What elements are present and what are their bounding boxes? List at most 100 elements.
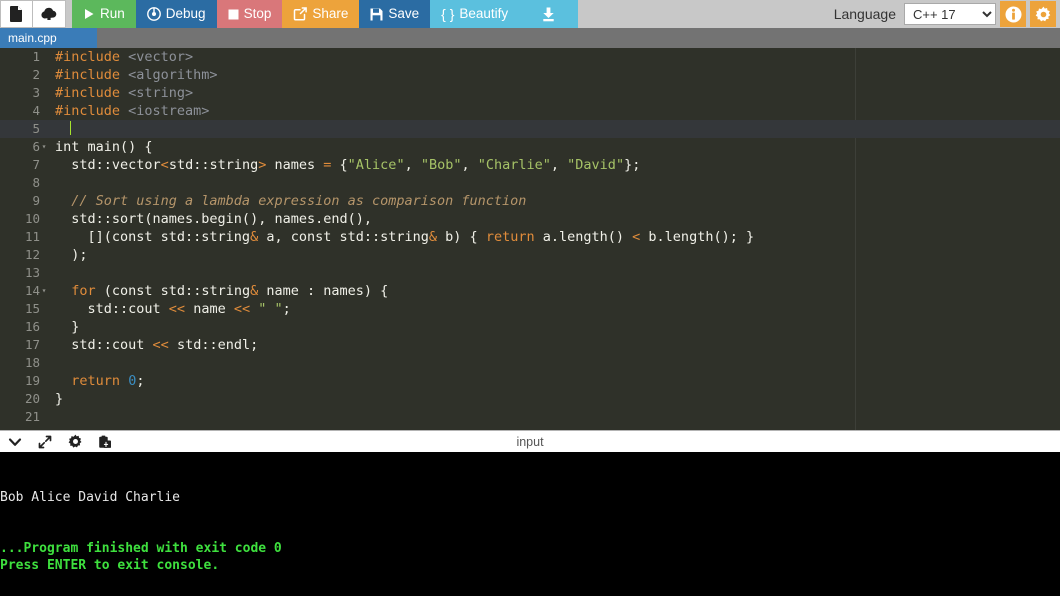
code-line: 9 // Sort using a lambda expression as c…: [0, 192, 1060, 210]
download-button[interactable]: [519, 0, 579, 28]
code-token: <string>: [128, 85, 194, 101]
save-button[interactable]: Save: [359, 0, 431, 28]
line-number: 13: [24, 265, 40, 280]
code-token: a.length(): [534, 229, 633, 245]
code-text: std::sort(names.begin(), names.end(),: [48, 210, 372, 228]
code-line: 13: [0, 264, 1060, 282]
code-token: "Alice": [347, 157, 405, 173]
toolbar-right: Language C++ 17: [834, 0, 1060, 28]
code-line: 6 ▾ int main() {: [0, 138, 1060, 156]
console-output[interactable]: Bob Alice David Charlie ...Program finis…: [0, 452, 1060, 596]
code-token: <algorithm>: [128, 67, 218, 83]
code-token: std::string: [168, 157, 259, 173]
code-token: std::endl;: [168, 337, 259, 353]
line-number: 14: [24, 283, 40, 298]
code-token: #include: [55, 67, 129, 83]
code-token: b) {: [437, 229, 486, 245]
collapse-console-button[interactable]: [0, 431, 30, 453]
console-line: Bob Alice David Charlie: [0, 490, 181, 505]
code-token: ,: [550, 157, 568, 173]
code-token: <<: [168, 301, 186, 317]
line-number: 11: [24, 229, 40, 244]
console-settings-button[interactable]: [60, 431, 90, 453]
debug-button-label: Debug: [165, 6, 206, 22]
new-file-button[interactable]: [0, 0, 33, 28]
code-token: <<: [233, 301, 251, 317]
toolbar: Run Debug Stop Share Save {} Beautify L…: [0, 0, 1060, 28]
debug-button[interactable]: Debug: [135, 0, 217, 28]
console-title: input: [516, 435, 544, 449]
line-number: 8: [32, 175, 40, 190]
code-token: <: [160, 157, 169, 173]
code-line: 21: [0, 408, 1060, 426]
code-line: 17 std::cout << std::endl;: [0, 336, 1060, 354]
fold-toggle-icon[interactable]: ▾: [40, 138, 48, 156]
paste-icon: [99, 435, 111, 448]
code-token: &: [250, 229, 259, 245]
floppy-icon: [370, 8, 383, 20]
upload-button[interactable]: [33, 0, 66, 28]
console-line: ...Program finished with exit code 0: [0, 541, 282, 556]
code-token: <vector>: [128, 49, 194, 65]
run-button[interactable]: Run: [72, 0, 136, 28]
code-text: #include <iostream>: [48, 102, 209, 120]
share-button-label: Share: [312, 6, 349, 22]
code-line: 8: [0, 174, 1060, 192]
code-token: name : names) {: [258, 283, 389, 299]
code-text: std::cout << std::endl;: [48, 336, 258, 354]
code-token: (const std::string: [95, 283, 251, 299]
code-editor[interactable]: 1 #include <vector> 2 #include <algorithm> 3…: [0, 48, 1060, 430]
line-number: 19: [24, 373, 40, 388]
braces-icon: { }: [441, 6, 455, 22]
paste-input-button[interactable]: [90, 431, 120, 453]
share-button[interactable]: Share: [282, 0, 360, 28]
code-token: "David": [567, 157, 625, 173]
code-token: for: [71, 283, 96, 299]
stop-button[interactable]: Stop: [216, 0, 283, 28]
code-token: #include: [55, 85, 129, 101]
language-select[interactable]: C++ 17: [904, 3, 996, 25]
console-line: Press ENTER to exit console.: [0, 558, 220, 573]
line-number: 21: [24, 409, 40, 424]
line-number: 17: [24, 337, 40, 352]
code-text: int main() {: [48, 138, 153, 156]
code-token: );: [55, 247, 88, 263]
code-text: // Sort using a lambda expression as com…: [48, 192, 526, 210]
line-number: 9: [32, 193, 40, 208]
code-token: " ": [258, 301, 283, 317]
expand-arrows-icon: [38, 435, 52, 448]
code-line: 15 std::cout << name << " ";: [0, 300, 1060, 318]
code-line: 18: [0, 354, 1060, 372]
line-number: 10: [24, 211, 40, 226]
code-token: }: [55, 319, 80, 335]
settings-button[interactable]: [1030, 1, 1056, 27]
code-token: ;: [282, 301, 291, 317]
code-token: &: [428, 229, 438, 245]
code-token: ,: [404, 157, 421, 173]
tab-main-cpp[interactable]: main.cpp: [0, 28, 97, 48]
line-number: 20: [24, 391, 40, 406]
info-button[interactable]: [1000, 1, 1026, 27]
fold-toggle-icon[interactable]: ▾: [40, 282, 48, 300]
code-token: std::cout: [55, 337, 153, 353]
stop-button-label: Stop: [243, 6, 272, 22]
code-token: ,: [461, 157, 478, 173]
code-token: <<: [152, 337, 169, 353]
code-line: 2 #include <algorithm>: [0, 66, 1060, 84]
code-token: "Charlie": [477, 157, 551, 173]
code-line: 5: [0, 120, 1060, 138]
code-line: 19 return 0;: [0, 372, 1060, 390]
beautify-button[interactable]: { } Beautify: [430, 0, 520, 28]
info-icon: [1005, 6, 1021, 22]
code-line: 10 std::sort(names.begin(), names.end(),: [0, 210, 1060, 228]
run-button-label: Run: [100, 6, 125, 22]
expand-console-button[interactable]: [30, 431, 60, 453]
code-line: 1 #include <vector>: [0, 48, 1060, 66]
beautify-button-label: Beautify: [459, 6, 509, 22]
